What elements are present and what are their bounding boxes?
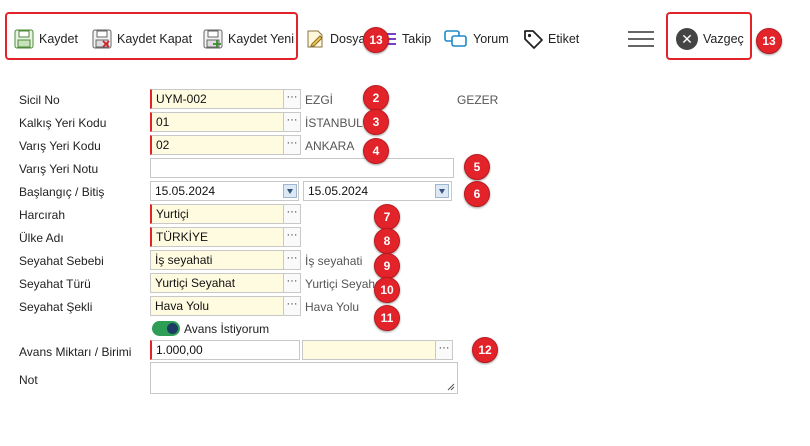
- save-button[interactable]: Kaydet: [13, 27, 78, 51]
- badge-6: 6: [464, 181, 490, 207]
- badge-9: 9: [374, 253, 400, 279]
- sebep-lookup-button[interactable]: ···: [283, 250, 301, 270]
- tur-lookup-button[interactable]: ···: [283, 273, 301, 293]
- badge-2: 2: [363, 85, 389, 111]
- tur-desc: Yurtiçi Seyahat: [305, 277, 385, 291]
- save-close-icon: [91, 28, 113, 50]
- sebep-label: Seyahat Sebebi: [19, 254, 104, 268]
- kalkis-lookup-button[interactable]: ···: [283, 112, 301, 132]
- varis-desc: ANKARA: [305, 139, 355, 153]
- sebep-input[interactable]: İş seyahati: [150, 250, 284, 270]
- cancel-label: Vazgeç: [703, 32, 744, 46]
- badge-10: 10: [374, 277, 400, 303]
- kalkis-label: Kalkış Yeri Kodu: [19, 116, 107, 130]
- file-button[interactable]: Dosya: [304, 27, 365, 51]
- sekil-lookup-button[interactable]: ···: [283, 296, 301, 316]
- kalkis-desc: İSTANBUL: [305, 116, 363, 130]
- varis-input[interactable]: 02: [150, 135, 284, 155]
- save-close-label: Kaydet Kapat: [117, 32, 193, 46]
- varis-lookup-button[interactable]: ···: [283, 135, 301, 155]
- close-icon: ✕: [676, 28, 698, 50]
- save-new-label: Kaydet Yeni: [228, 32, 295, 46]
- not-label: Not: [19, 373, 38, 387]
- save-label: Kaydet: [39, 32, 78, 46]
- tag-label: Etiket: [548, 32, 580, 46]
- tur-label: Seyahat Türü: [19, 277, 91, 291]
- save-icon: [13, 28, 35, 50]
- tarih-label: Başlangıç / Bitiş: [19, 185, 105, 199]
- badge-4: 4: [363, 138, 389, 164]
- save-new-icon: [202, 28, 224, 50]
- save-close-button[interactable]: Kaydet Kapat: [91, 27, 192, 51]
- ulke-label: Ülke Adı: [19, 231, 64, 245]
- start-date-dropdown-icon[interactable]: [283, 184, 297, 198]
- sekil-input[interactable]: Hava Yolu: [150, 296, 284, 316]
- save-new-button[interactable]: Kaydet Yeni: [202, 27, 294, 51]
- harcirah-label: Harcırah: [19, 208, 66, 222]
- not-textarea[interactable]: [150, 362, 458, 394]
- varis-notu-input[interactable]: [150, 158, 454, 178]
- harcirah-input[interactable]: Yurtiçi: [150, 204, 284, 224]
- tag-button[interactable]: Etiket: [522, 27, 579, 51]
- sicil-no-label: Sicil No: [19, 93, 60, 107]
- avans-label: Avans Miktarı / Birimi: [19, 345, 132, 359]
- badge-13-toolbar: 13: [363, 27, 389, 53]
- end-date-dropdown-icon[interactable]: [435, 184, 449, 198]
- sebep-desc: İş seyahati: [305, 254, 363, 268]
- tag-icon: [522, 28, 544, 50]
- badge-8: 8: [374, 228, 400, 254]
- badge-12: 12: [472, 337, 498, 363]
- file-edit-icon: [304, 28, 326, 50]
- sicil-no-lookup-button[interactable]: ···: [283, 89, 301, 109]
- sicil-no-input[interactable]: UYM-002: [150, 89, 284, 109]
- end-date-input[interactable]: 15.05.2024: [303, 181, 452, 201]
- badge-11: 11: [374, 305, 400, 331]
- badge-5: 5: [464, 154, 490, 180]
- file-label: Dosya: [330, 32, 366, 46]
- badge-13-cancel: 13: [756, 28, 782, 54]
- badge-7: 7: [374, 204, 400, 230]
- resize-handle-icon[interactable]: [447, 383, 455, 391]
- varis-notu-label: Varış Yeri Notu: [19, 162, 99, 176]
- follow-button[interactable]: Takip: [384, 27, 431, 51]
- comment-label: Yorum: [473, 32, 509, 46]
- comment-icon: [443, 28, 469, 50]
- sekil-desc: Hava Yolu: [305, 300, 360, 314]
- avans-amount-input[interactable]: 1.000,00: [150, 340, 300, 360]
- harcirah-lookup-button[interactable]: ···: [283, 204, 301, 224]
- kalkis-input[interactable]: 01: [150, 112, 284, 132]
- comment-button[interactable]: Yorum: [443, 27, 509, 51]
- sekil-label: Seyahat Şekli: [19, 300, 93, 314]
- tur-input[interactable]: Yurtiçi Seyahat: [150, 273, 284, 293]
- avans-currency-input[interactable]: [302, 340, 436, 360]
- badge-3: 3: [363, 109, 389, 135]
- avans-toggle[interactable]: [152, 321, 180, 336]
- cancel-button[interactable]: ✕ Vazgeç: [676, 27, 744, 51]
- sicil-last-name: GEZER: [457, 93, 499, 107]
- avans-toggle-label: Avans İstiyorum: [184, 322, 270, 336]
- ulke-input[interactable]: TÜRKİYE: [150, 227, 284, 247]
- toolbar: Kaydet Kaydet Kapat Kaydet Yeni Dosya Ta…: [0, 0, 810, 62]
- sicil-first-name: EZGİ: [305, 93, 334, 107]
- menu-icon[interactable]: [628, 31, 654, 49]
- varis-label: Varış Yeri Kodu: [19, 139, 101, 153]
- ulke-lookup-button[interactable]: ···: [283, 227, 301, 247]
- start-date-input[interactable]: 15.05.2024: [150, 181, 299, 201]
- currency-lookup-button[interactable]: ···: [435, 340, 453, 360]
- follow-label: Takip: [402, 32, 432, 46]
